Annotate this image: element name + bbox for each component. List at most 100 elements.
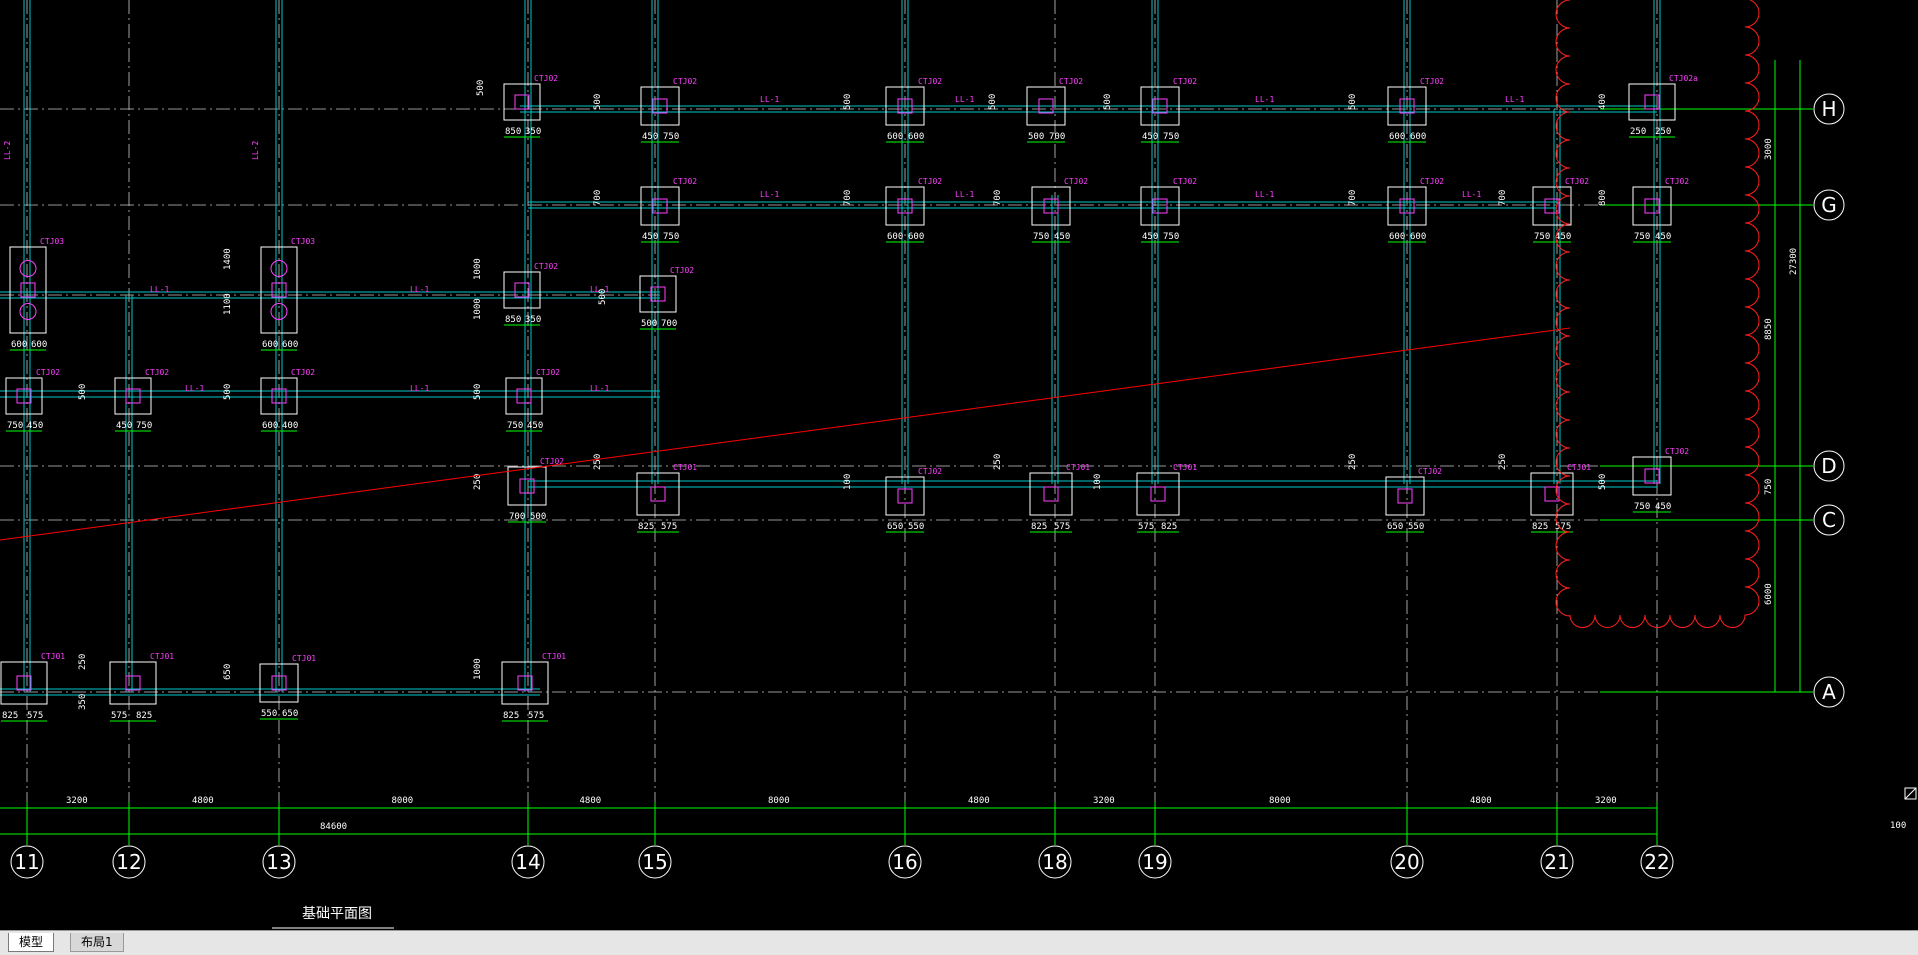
pile-cap-0-column [514, 94, 530, 110]
pile-cap-15-d2: 600 [282, 340, 298, 350]
pile-cap-14-pile-1 [19, 260, 37, 277]
beam-tag: LL-1 [410, 285, 429, 294]
grid-bubble-label: 16 [892, 850, 917, 874]
cap-side-dim: 400 [1598, 94, 1608, 110]
pile-cap-16-d1: 850 [505, 315, 521, 325]
pile-cap-11-d2: 600 [1410, 232, 1426, 242]
pile-cap-8-tag: CTJ02 [918, 177, 942, 186]
cap-side-dim: 1000 [473, 298, 483, 320]
grid-bubbles: 11 12 13 14 15 16 18 19 20 21 22 H G D C A [10, 93, 1845, 879]
pile-cap-21 [505, 377, 543, 415]
cap-side-dim: 100 [1093, 474, 1103, 490]
dim-spacing-3: 4800 [580, 796, 602, 806]
pile-cap-29-d2: 450 [1655, 502, 1671, 512]
pile-cap-21-tag: CTJ02 [536, 368, 560, 377]
pile-cap-5-tag: CTJ02 [1420, 77, 1444, 86]
cap-side-dim: 350 [78, 694, 88, 710]
pile-cap-7-d1: 450 [642, 232, 658, 242]
pile-cap-7-tag: CTJ02 [673, 177, 697, 186]
grid-bubble-label: 11 [14, 850, 39, 874]
pile-cap-13 [1632, 186, 1672, 226]
pile-cap-19 [114, 377, 152, 415]
pile-cap-29-tag: CTJ02 [1665, 447, 1689, 456]
pile-cap-16-tag: CTJ02 [534, 262, 558, 271]
drawing-canvas[interactable]: LL-1 LL-1 LL-1 LL-1 LL-1 LL-1 LL-1 LL-1 LL-1 LL-1… [0, 0, 1918, 930]
pile-cap-21-d1: 750 [507, 421, 523, 431]
pile-cap-10 [1140, 186, 1180, 226]
cap-side-dim: 500 [1598, 474, 1608, 490]
cap-side-dim: 250 [993, 454, 1003, 470]
pile-cap-12 [1532, 186, 1572, 226]
pile-cap-6-d2: 250 [1655, 127, 1671, 137]
pile-cap-25-column [1043, 486, 1059, 502]
cap-side-dim: 1400 [223, 248, 233, 270]
dim-spacing-6: 3200 [1093, 796, 1115, 806]
cap-side-dim: 500 [593, 94, 603, 110]
ucs-label: 100 [1890, 821, 1906, 831]
beam-tag: LL-1 [590, 384, 609, 393]
pile-cap-13-tag: CTJ02 [1665, 177, 1689, 186]
pile-cap-10-tag: CTJ02 [1173, 177, 1197, 186]
cap-side-dim: 500 [598, 289, 608, 305]
pile-cap-26-d2: 825 [1161, 522, 1177, 532]
pile-cap-7 [640, 186, 680, 226]
beam-tag: LL-1 [1255, 95, 1274, 104]
beam-tag: LL-1 [1255, 190, 1274, 199]
pile-cap-21-d2: 450 [527, 421, 543, 431]
grid-bubble-label: 19 [1142, 850, 1167, 874]
pile-cap-9-column [1043, 198, 1059, 214]
tab-model[interactable]: 模型 [8, 933, 55, 952]
pile-cap-7-d2: 750 [663, 232, 679, 242]
pile-cap-20-d1: 600 [262, 421, 278, 431]
pile-cap-33-tag: CTJ01 [542, 652, 566, 661]
pile-cap-15-tag: CTJ03 [291, 237, 315, 246]
pile-cap-14-pile-2 [19, 303, 37, 320]
pile-cap-30-d2: 575 [27, 711, 43, 721]
pile-cap-9 [1031, 186, 1071, 226]
pile-cap-29-d1: 750 [1634, 502, 1650, 512]
cap-side-dim: 700 [593, 190, 603, 206]
cap-side-dim: 500 [1348, 94, 1358, 110]
revision-cloud [1555, 0, 1760, 628]
pile-cap-12-d1: 750 [1534, 232, 1550, 242]
pile-cap-6-d1: 250 [1630, 127, 1646, 137]
grid-bubble-label: 14 [515, 850, 540, 874]
pile-cap-8-d1: 600 [887, 232, 903, 242]
grid-bubble-label: 22 [1644, 850, 1669, 874]
pile-cap-30-tag: CTJ01 [41, 652, 65, 661]
pile-cap-27-d1: 650 [1387, 522, 1403, 532]
pile-cap-19-d1: 450 [116, 421, 132, 431]
drawing-title: 基础平面图 [302, 905, 372, 922]
pile-cap-17-d2: 700 [661, 319, 677, 329]
grid-bubble-label: G [1821, 193, 1837, 217]
pile-cap-13-d2: 450 [1655, 232, 1671, 242]
pile-cap-9-tag: CTJ02 [1064, 177, 1088, 186]
pile-cap-3-d2: 700 [1049, 132, 1065, 142]
pile-cap-0-d1: 850 [505, 127, 521, 137]
cap-side-dim: 250 [1498, 454, 1508, 470]
pile-cap-6 [1628, 83, 1676, 121]
dim-total: 84600 [320, 822, 347, 832]
pile-cap-5-d1: 600 [1389, 132, 1405, 142]
pile-cap-12-d2: 450 [1555, 232, 1571, 242]
pile-cap-3-tag: CTJ02 [1059, 77, 1083, 86]
beam-tag: LL-1 [760, 190, 779, 199]
cap-side-dim: 100 [843, 474, 853, 490]
pile-cap-28-d1: 825 [1532, 522, 1548, 532]
pile-cap-4-d1: 450 [1142, 132, 1158, 142]
pile-cap-26-column [1150, 486, 1166, 502]
pile-cap-22-d1: 700 [509, 512, 525, 522]
cap-side-dim: 700 [843, 190, 853, 206]
pile-cap-9-d1: 750 [1033, 232, 1049, 242]
beam-tag: LL-1 [760, 95, 779, 104]
pile-cap-18-d1: 750 [7, 421, 23, 431]
pile-cap-0-d2: 350 [525, 127, 541, 137]
foundation-plan-drawing: LL-1 LL-1 LL-1 LL-1 LL-1 LL-1 LL-1 LL-1 LL-1 LL-1… [0, 0, 1917, 929]
pile-cap-27-column [1397, 488, 1413, 504]
tie-beams: LL-1 LL-1 LL-1 LL-1 LL-1 LL-1 LL-1 LL-1 LL-1 LL-1… [0, 0, 1661, 696]
pile-cap-20-d2: 400 [282, 421, 298, 431]
tab-layout1[interactable]: 布局1 [70, 933, 124, 952]
beam-tag: LL-1 [1462, 190, 1481, 199]
pile-cap-10-d1: 450 [1142, 232, 1158, 242]
dimension-lines: 500 500 500 500 500 500 400 700 700 700 700 700 800 1… [0, 60, 1801, 840]
